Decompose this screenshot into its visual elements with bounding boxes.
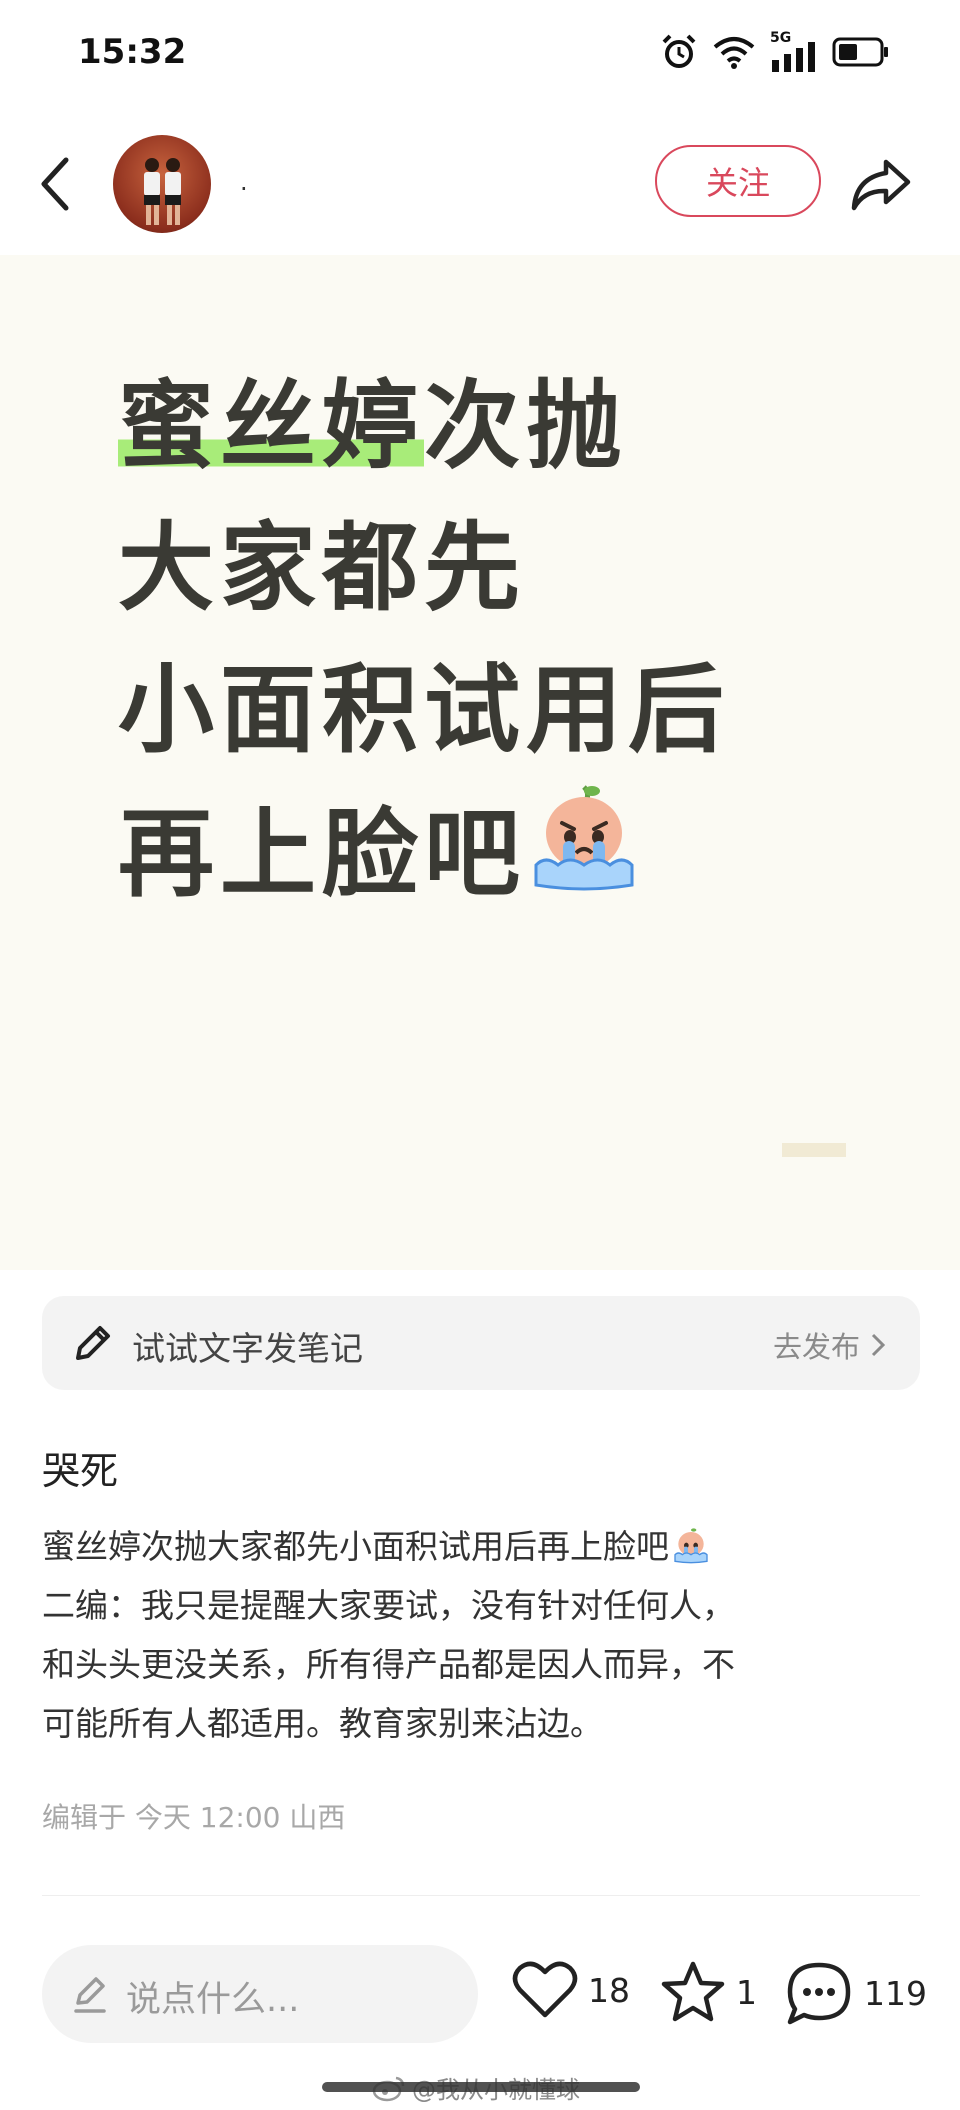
- bottom-action-bar: 说点什么... 18 1 119 @我从小就懂球: [0, 1910, 960, 2110]
- cover-line-1-rest: 次抛: [424, 370, 628, 482]
- cellular-signal-icon: 5G: [770, 30, 818, 72]
- cover-line-1: 蜜丝婷次抛: [118, 355, 730, 497]
- post-body-line-1-text: 蜜丝婷次抛大家都先小面积试用后再上脸吧: [42, 1527, 669, 1566]
- post-body: 蜜丝婷次抛大家都先小面积试用后再上脸吧 二编：我只是提醒大家要试，没有针对任何人…: [42, 1517, 922, 1753]
- comment-count: 119: [864, 1973, 927, 2013]
- favorite-count: 1: [736, 1972, 757, 2012]
- pencil-icon: [74, 1977, 106, 2013]
- comment-placeholder: 说点什么...: [126, 1980, 300, 2020]
- like-count: 18: [588, 1970, 630, 2010]
- battery-icon: [832, 37, 888, 67]
- post-title: 哭死: [42, 1449, 119, 1493]
- divider: [42, 1895, 920, 1896]
- author-avatar[interactable]: [113, 135, 211, 233]
- compose-placeholder: 试试文字发笔记: [132, 1329, 363, 1368]
- post-body-line-1: 蜜丝婷次抛大家都先小面积试用后再上脸吧: [42, 1517, 922, 1576]
- back-button[interactable]: [30, 152, 82, 216]
- status-bar: 15:32 5G: [0, 0, 960, 110]
- share-icon[interactable]: [848, 152, 914, 216]
- publish-link[interactable]: 去发布: [773, 1324, 886, 1366]
- crying-emoji-icon: [534, 785, 634, 891]
- cover-line-4: 再上脸吧: [118, 781, 730, 925]
- follow-button[interactable]: 关注: [655, 145, 821, 217]
- status-time: 15:32: [78, 32, 187, 72]
- status-icons: 5G: [660, 30, 890, 74]
- post-edit-info: 编辑于 今天 12:00 山西: [42, 1801, 346, 1834]
- chevron-right-icon: [871, 1333, 886, 1357]
- cover-decoration: [782, 1143, 846, 1157]
- cover-text: 蜜丝婷次抛 大家都先 小面积试用后 再上脸吧: [118, 355, 730, 925]
- compose-note-bar[interactable]: 试试文字发笔记 去发布: [42, 1296, 920, 1390]
- pencil-icon: [76, 1326, 110, 1360]
- post-body-line-4: 可能所有人都适用。教育家别来沾边。: [42, 1704, 603, 1743]
- wifi-icon: [713, 37, 755, 69]
- note-header: . 关注: [0, 120, 960, 250]
- post-body-line-3: 和头头更没关系，所有得产品都是因人而异，不: [42, 1645, 735, 1684]
- comment-button[interactable]: 119: [784, 1960, 927, 2026]
- cover-line-2: 大家都先: [118, 512, 526, 624]
- publish-label: 去发布: [772, 1330, 860, 1364]
- comment-input[interactable]: 说点什么...: [42, 1945, 478, 2043]
- note-cover-image[interactable]: 蜜丝婷次抛 大家都先 小面积试用后 再上脸吧: [0, 255, 960, 1270]
- cover-line-3: 小面积试用后: [118, 654, 730, 766]
- favorite-button[interactable]: 1: [660, 1960, 757, 2024]
- comment-bubble-icon: [787, 1962, 851, 2025]
- star-icon: [661, 1961, 725, 2022]
- author-name[interactable]: .: [240, 168, 248, 196]
- cover-line-4-text: 再上脸吧: [118, 798, 526, 910]
- crying-emoji-icon: [674, 1528, 708, 1564]
- like-button[interactable]: 18: [512, 1960, 630, 2020]
- home-indicator[interactable]: [322, 2082, 640, 2092]
- post-body-line-2: 二编：我只是提醒大家要试，没有针对任何人，: [42, 1586, 735, 1625]
- cover-highlight: 蜜丝婷: [118, 370, 424, 482]
- heart-icon: [512, 1961, 578, 2018]
- alarm-icon: [662, 34, 696, 68]
